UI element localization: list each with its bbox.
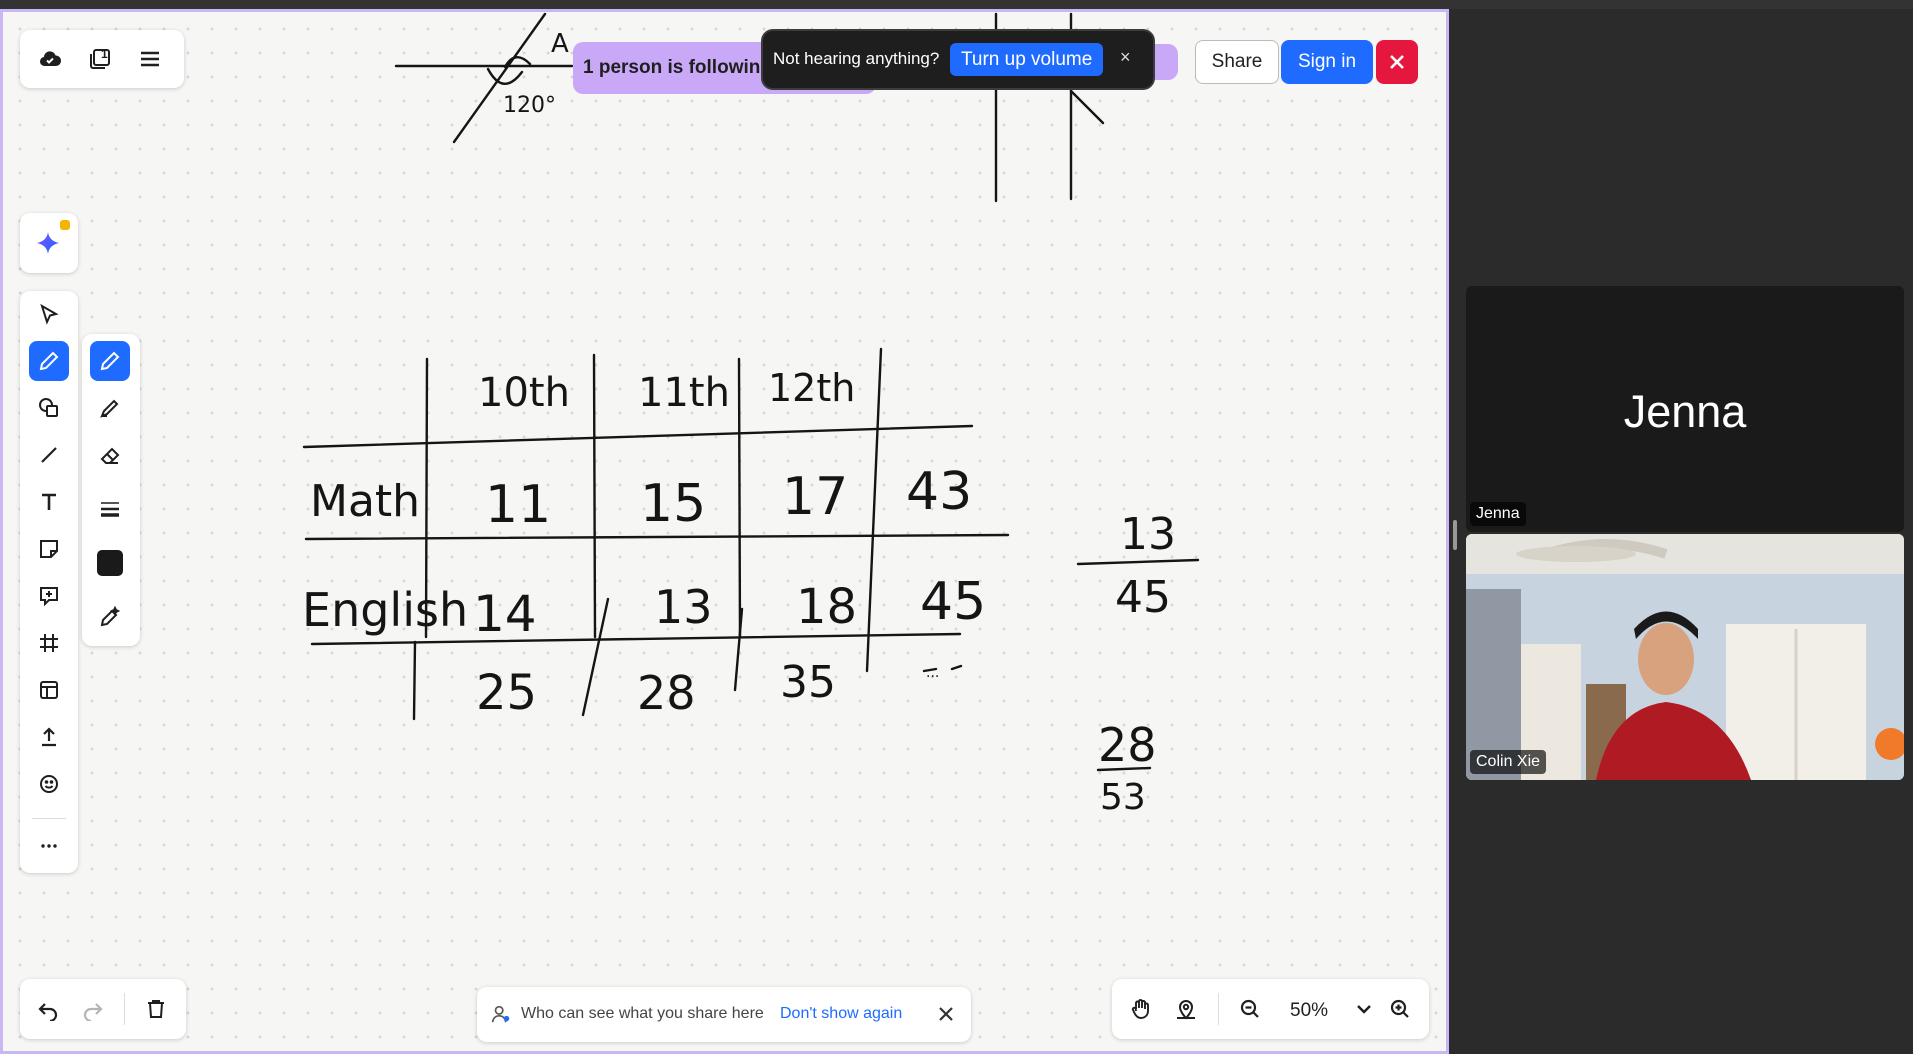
ink-fraction-denominator: 53 xyxy=(1100,777,1146,818)
color-swatch xyxy=(97,550,123,576)
upload-icon[interactable] xyxy=(29,717,69,757)
audio-toast: Not hearing anything? Turn up volume × xyxy=(761,29,1155,90)
zoom-panel: 50% xyxy=(1112,979,1429,1039)
notice-text: Who can see what you share here xyxy=(521,1005,764,1022)
ink-cell: 45 xyxy=(920,572,986,632)
participant-name-tag: Colin Xie xyxy=(1470,750,1547,774)
stroke-width-icon[interactable] xyxy=(90,489,130,529)
toast-dismiss-button[interactable]: × xyxy=(1120,47,1131,68)
ink-header-10th: 10th xyxy=(478,370,570,416)
participant-name-tag: Jenna xyxy=(1470,502,1526,526)
close-icon[interactable] xyxy=(935,1003,957,1030)
main-toolbar xyxy=(20,291,78,873)
cursor-icon[interactable] xyxy=(29,295,69,335)
ink-cell: 25 xyxy=(476,665,537,721)
emoji-icon[interactable] xyxy=(29,764,69,804)
ink-cell: ... xyxy=(926,665,939,681)
trash-icon[interactable] xyxy=(136,989,176,1029)
ink-cell: 13 xyxy=(654,580,713,634)
ink-header-12th: 12th xyxy=(768,366,855,410)
pen-icon[interactable] xyxy=(29,341,69,381)
undo-redo-panel xyxy=(20,979,186,1039)
ink-cell: 17 xyxy=(782,467,848,527)
dont-show-again-link[interactable]: Don't show again xyxy=(780,1005,902,1023)
hamburger-menu-icon[interactable] xyxy=(130,39,170,79)
close-icon xyxy=(1390,55,1404,69)
ink-cell: 14 xyxy=(473,585,537,643)
board-pages-icon[interactable]: 1 xyxy=(80,39,120,79)
ai-assistant-panel xyxy=(20,213,78,273)
ink-fraction-denominator: 45 xyxy=(1115,572,1171,623)
ink-cell: 35 xyxy=(780,657,836,708)
text-icon[interactable] xyxy=(29,482,69,522)
ink-row-label-english: English xyxy=(302,583,468,637)
panel-divider xyxy=(124,993,125,1025)
ink-fraction-numerator: 13 xyxy=(1120,509,1176,560)
premium-badge-icon xyxy=(60,220,70,230)
map-pin-icon[interactable] xyxy=(1166,989,1206,1029)
undo-icon[interactable] xyxy=(28,989,68,1029)
ink-fraction-numerator: 28 xyxy=(1098,718,1157,772)
participant-display-name: Jenna xyxy=(1623,386,1747,437)
hand-icon[interactable] xyxy=(1121,989,1161,1029)
page-number: 1 xyxy=(101,47,108,61)
ink-row-label-math: Math xyxy=(310,476,420,527)
cloud-save-icon[interactable] xyxy=(30,39,70,79)
template-icon[interactable] xyxy=(29,670,69,710)
close-whiteboard-button[interactable] xyxy=(1376,40,1418,84)
color-swatch-icon[interactable] xyxy=(90,543,130,583)
participant-tile-jenna[interactable]: Jenna Jenna xyxy=(1466,286,1904,532)
turn-up-volume-button[interactable]: Turn up volume xyxy=(950,43,1104,76)
sticky-note-icon[interactable] xyxy=(29,529,69,569)
panel-divider xyxy=(1218,993,1219,1025)
ink-cell: 28 xyxy=(637,666,696,720)
zoom-in-icon[interactable] xyxy=(1380,989,1420,1029)
following-text: 1 person is following xyxy=(583,57,772,78)
frame-icon[interactable] xyxy=(29,623,69,663)
top-left-menu: 1 xyxy=(20,30,184,88)
sign-in-button[interactable]: Sign in xyxy=(1281,40,1373,84)
share-visibility-notice: Who can see what you share here Don't sh… xyxy=(477,987,971,1042)
line-icon[interactable] xyxy=(29,435,69,475)
redo-icon[interactable] xyxy=(73,989,113,1029)
ink-cell: 18 xyxy=(796,579,857,635)
comment-icon[interactable] xyxy=(29,576,69,616)
pen-icon[interactable] xyxy=(90,341,130,381)
ink-cell: 11 xyxy=(485,475,551,535)
toolbar-divider xyxy=(32,818,66,819)
share-button[interactable]: Share xyxy=(1195,40,1279,84)
ink-angle-label: A xyxy=(551,29,569,59)
panel-resize-handle[interactable] xyxy=(1453,520,1457,550)
ink-cell: 43 xyxy=(906,462,972,522)
camera-video-feed xyxy=(1466,534,1904,780)
people-icon xyxy=(490,1003,512,1025)
share-label: Share xyxy=(1211,51,1263,72)
ink-angle-value: 120° xyxy=(503,93,556,118)
participant-tile-colin[interactable]: Colin Xie xyxy=(1466,534,1904,780)
ink-text-layer: A 120° 10th 11th 12th Math 11 15 17 43 E… xyxy=(302,29,1176,818)
shapes-icon[interactable] xyxy=(29,388,69,428)
zoom-out-icon[interactable] xyxy=(1230,989,1270,1029)
magic-pen-icon[interactable] xyxy=(90,597,130,637)
sign-in-label: Sign in xyxy=(1297,51,1357,72)
zoom-level[interactable]: 50% xyxy=(1290,1000,1328,1022)
more-icon[interactable] xyxy=(29,826,69,866)
pen-subtoolbar xyxy=(82,334,140,646)
ink-cell: 15 xyxy=(640,474,706,534)
whiteboard-canvas[interactable]: A 120° 10th 11th 12th Math 11 15 17 43 E… xyxy=(0,9,1449,1054)
ink-header-11th: 11th xyxy=(638,370,730,416)
eraser-icon[interactable] xyxy=(90,435,130,475)
meeting-top-strip xyxy=(0,0,1913,9)
toast-message: Not hearing anything? xyxy=(773,49,940,68)
chevron-down-icon[interactable] xyxy=(1344,989,1384,1029)
highlighter-icon[interactable] xyxy=(90,388,130,428)
